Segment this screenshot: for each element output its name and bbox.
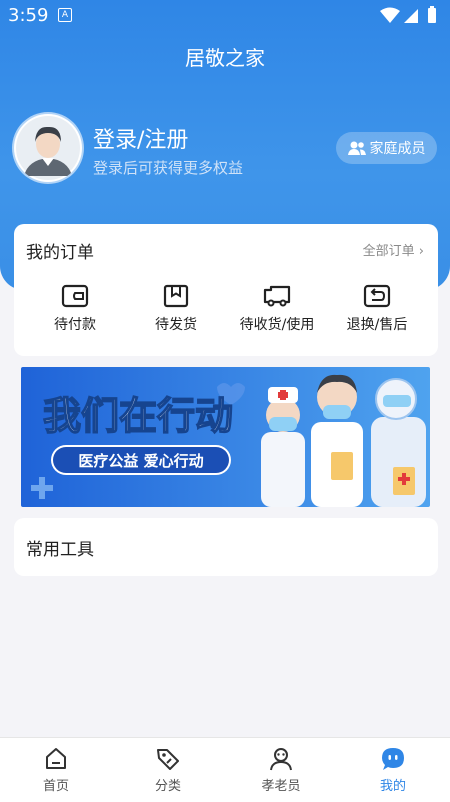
app-title: 居敬之家 <box>185 46 265 70</box>
avatar-icon <box>16 116 80 180</box>
truck-icon <box>263 285 291 307</box>
all-orders-link[interactable]: 全部订单 › <box>363 240 424 259</box>
battery-icon <box>428 8 436 23</box>
all-orders-label: 全部订单 <box>362 244 415 259</box>
login-subtitle: 登录后可获得更多权益 <box>93 159 244 177</box>
family-members-button[interactable]: 家庭成员 <box>336 132 437 164</box>
home-icon <box>46 748 66 769</box>
wifi-icon <box>380 7 400 23</box>
status-indicator: A <box>58 8 72 22</box>
status-icons <box>380 6 436 23</box>
banner-tagline: 医疗公益 爱心行动 <box>78 452 203 470</box>
login-register-link[interactable]: 登录/注册 <box>93 122 188 154</box>
tools-card: 常用工具 <box>14 518 438 576</box>
tab-category[interactable]: 分类 <box>113 746 223 794</box>
family-members-label: 家庭成员 <box>369 141 426 157</box>
order-pending-payment-label: 待付款 <box>54 317 96 333</box>
signal-icon <box>404 9 418 23</box>
tools-title: 常用工具 <box>26 540 94 560</box>
package-icon <box>163 284 189 308</box>
orders-card: 我的订单 全部订单 › 待付款 待发货 待收货/使用 退换/售后 <box>14 224 438 356</box>
caregiver-icon <box>270 748 292 771</box>
tab-home[interactable]: 首页 <box>1 746 111 794</box>
profile-chat-icon <box>382 748 404 770</box>
order-pending-shipment-label: 待发货 <box>155 317 197 333</box>
order-pending-receipt-label: 待收货/使用 <box>239 317 315 333</box>
tab-mine[interactable]: 我的 <box>338 746 448 794</box>
doctor-figures <box>261 374 426 507</box>
tab-category-label: 分类 <box>154 779 181 794</box>
chevron-right-icon: › <box>418 244 424 259</box>
tab-caregiver[interactable]: 孝老员 <box>226 746 336 794</box>
order-returns-label: 退换/售后 <box>346 317 408 333</box>
family-icon <box>347 141 366 155</box>
avatar[interactable] <box>14 114 82 182</box>
status-time: 3:59 <box>8 5 49 26</box>
tab-caregiver-label: 孝老员 <box>261 779 301 794</box>
order-returns[interactable]: 退换/售后 <box>322 284 432 334</box>
bottom-tab-bar: 首页 分类 孝老员 我的 <box>0 737 450 802</box>
orders-title: 我的订单 <box>26 243 94 263</box>
order-pending-receipt[interactable]: 待收货/使用 <box>222 284 332 334</box>
banner-illustration: 我们在行动 医疗公益 爱心行动 <box>21 367 430 507</box>
wallet-icon <box>61 284 89 308</box>
promo-banner[interactable]: 我们在行动 医疗公益 爱心行动 <box>21 367 430 507</box>
return-icon <box>363 284 391 308</box>
banner-headline: 我们在行动 <box>43 394 233 438</box>
order-pending-payment[interactable]: 待付款 <box>20 284 130 334</box>
tab-mine-label: 我的 <box>379 779 406 794</box>
tab-home-label: 首页 <box>42 779 69 794</box>
tag-icon <box>157 749 179 770</box>
status-bar: 3:59 A <box>0 0 450 32</box>
order-pending-shipment[interactable]: 待发货 <box>121 284 231 334</box>
